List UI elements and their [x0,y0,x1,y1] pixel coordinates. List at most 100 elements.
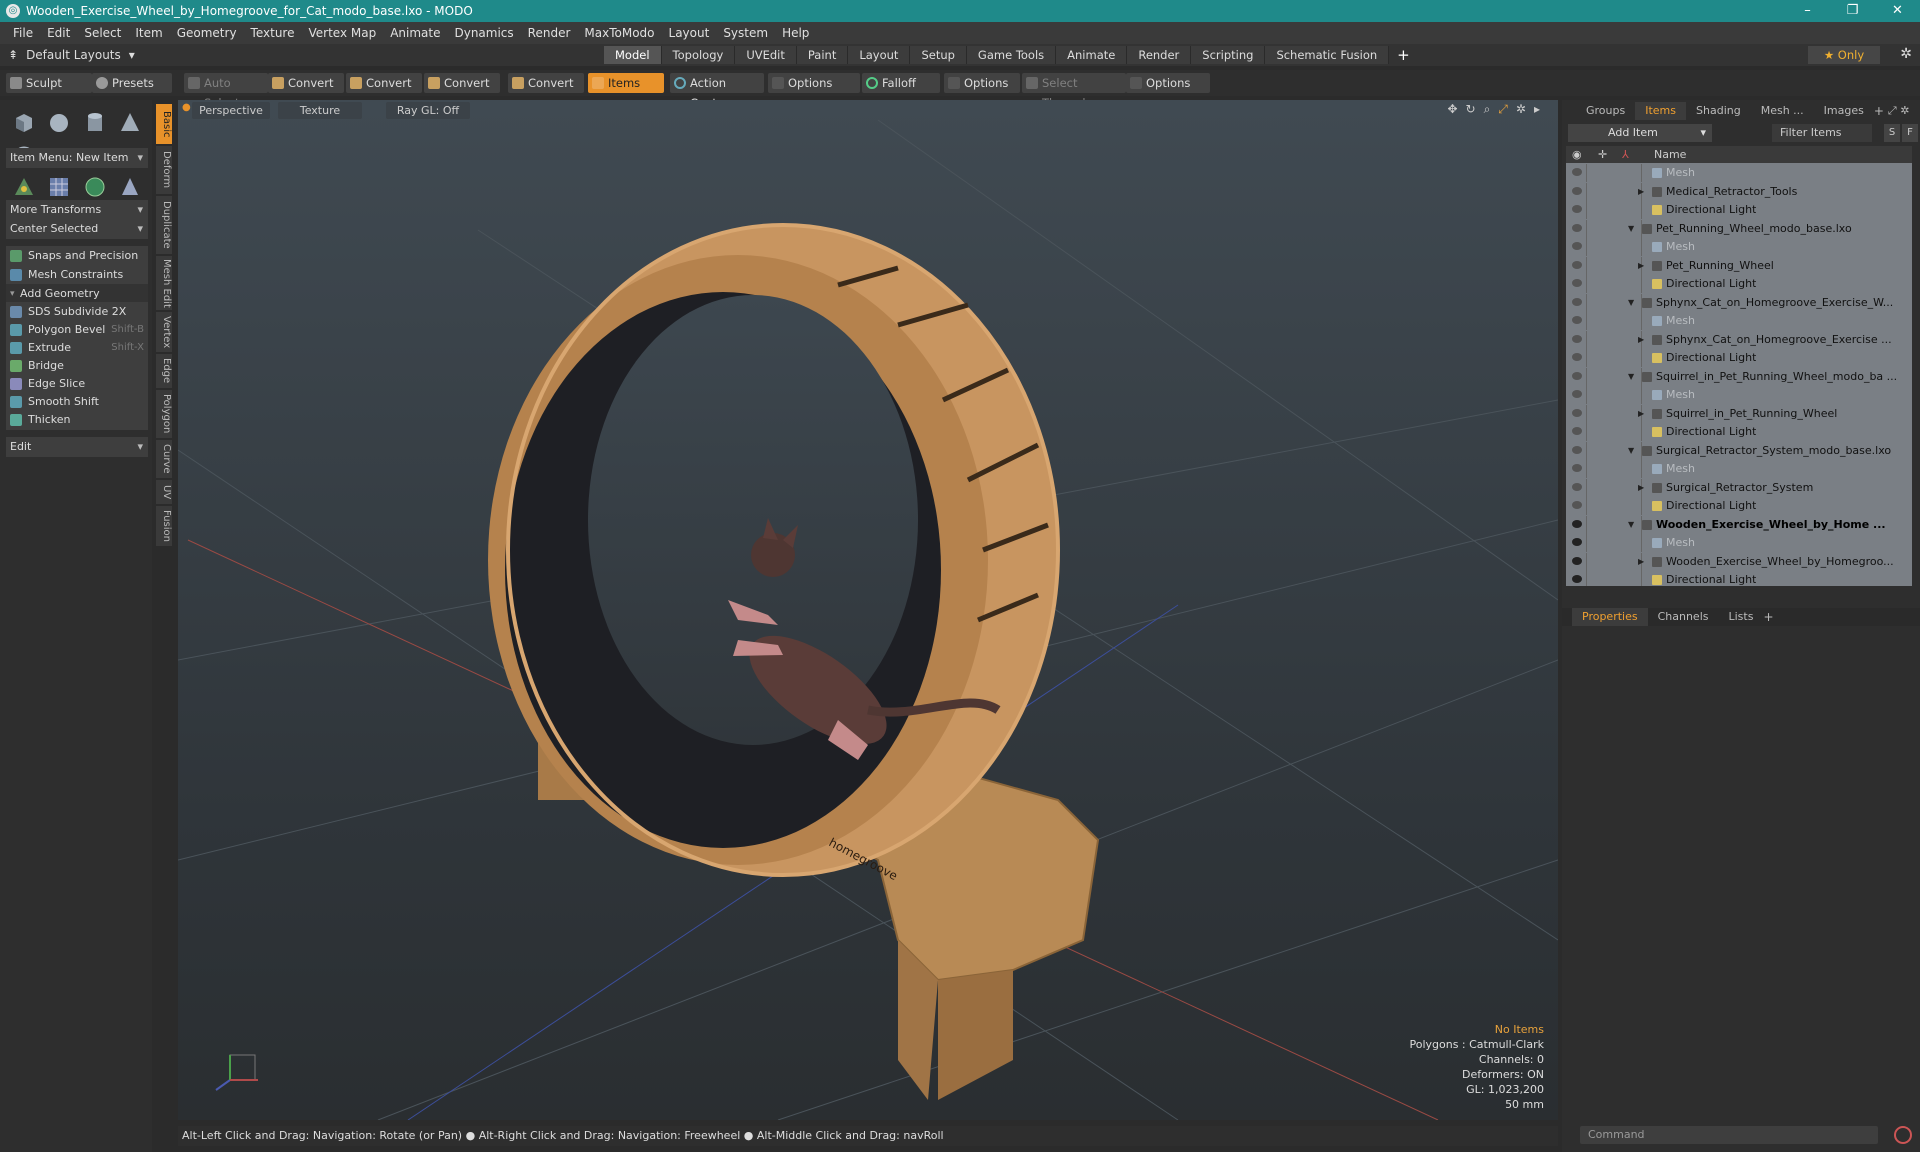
expand-arrow-icon[interactable]: ▼ [1628,516,1634,534]
sculpt-button[interactable]: Sculpt [6,73,92,93]
tree-row[interactable]: Directional Light [1566,423,1912,441]
tab-vertex[interactable]: Vertex [156,312,172,352]
tree-row[interactable]: ▼ Squirrel_in_Pet_Running_Wheel_modo_ba .… [1566,367,1912,386]
tab-duplicate[interactable]: Duplicate [156,196,172,254]
tree-row[interactable]: ▶ Pet_Running_Wheel [1566,256,1912,275]
tab-scripting[interactable]: Scripting [1191,46,1266,64]
tab-mesh[interactable]: Mesh ... [1751,102,1814,120]
globe-icon[interactable] [83,175,107,199]
visibility-eye-icon[interactable] [1572,168,1582,176]
bridge-button[interactable]: Bridge [6,356,148,376]
cone-icon[interactable] [118,111,142,135]
visibility-eye-icon[interactable] [1572,427,1582,435]
name-column-header[interactable]: Name [1654,146,1686,163]
menu-select[interactable]: Select [77,26,128,40]
tree-row[interactable]: ▼ Surgical_Retractor_System_modo_base.lxo [1566,441,1912,460]
collapse-arrow-icon[interactable]: ▶ [1638,479,1644,497]
add-tab-icon[interactable]: + [1397,46,1410,64]
menu-render[interactable]: Render [521,26,578,40]
grid-icon[interactable] [47,175,71,199]
expand-arrow-icon[interactable]: ▼ [1628,442,1634,460]
maximize-button[interactable]: ❐ [1830,0,1875,22]
select-through-button[interactable]: Select Through [1022,73,1126,110]
expand-arrow-icon[interactable]: ▼ [1628,294,1634,312]
gear-icon[interactable]: ✲ [1900,46,1912,62]
f-filter-button[interactable]: F [1902,124,1918,142]
tab-properties[interactable]: Properties [1572,608,1648,626]
mesh-constraints-button[interactable]: Mesh Constraints [6,265,148,285]
minimize-button[interactable]: – [1785,0,1830,22]
options-button-3[interactable]: Options [1126,73,1210,93]
action-center-button[interactable]: Action Center [670,73,764,110]
expand-arrow-icon[interactable]: ▼ [1628,368,1634,386]
lock-column-icon[interactable]: ✛ [1598,146,1607,163]
presets-button[interactable]: Presets F6 [92,73,172,110]
visibility-eye-icon[interactable] [1572,297,1582,306]
tab-curve[interactable]: Curve [156,440,172,478]
tree-row[interactable]: ▼ Sphynx_Cat_on_Homegroove_Exercise_W... [1566,293,1912,312]
3d-viewport[interactable]: ● Perspective Texture Ray GL: Off ✥ ↻ ⌕ … [178,100,1558,1120]
center-selected-dropdown[interactable]: Center Selected [6,219,148,239]
only-button[interactable]: ★ Only [1808,46,1880,64]
tab-deform[interactable]: Deform [156,146,172,194]
visibility-eye-icon[interactable] [1572,408,1582,417]
render-column-icon[interactable]: ⅄ [1622,146,1629,163]
tab-channels[interactable]: Channels [1648,608,1719,626]
extrude-button[interactable]: Extrude Shift-X [6,338,148,358]
tab-shading[interactable]: Shading [1686,102,1751,120]
tree-row[interactable]: ▼ Wooden_Exercise_Wheel_by_Home ... [1566,515,1912,534]
tab-paint[interactable]: Paint [796,46,849,64]
tree-row[interactable]: Mesh [1566,164,1912,182]
tree-row[interactable]: Mesh [1566,238,1912,256]
visibility-eye-icon[interactable] [1572,501,1582,509]
more-transforms-dropdown[interactable]: More Transforms [6,200,148,220]
item-menu-dropdown[interactable]: Item Menu: New Item [6,148,148,168]
transform-gizmo-icon[interactable] [12,175,36,199]
tree-row[interactable]: Directional Light [1566,201,1912,219]
cylinder-icon[interactable] [83,111,107,135]
tab-render[interactable]: Render [1127,46,1192,64]
visibility-eye-icon[interactable] [1572,482,1582,491]
visibility-eye-icon[interactable] [1572,390,1582,398]
menu-animate[interactable]: Animate [383,26,447,40]
eye-icon[interactable]: ◉ [1572,146,1582,163]
visibility-eye-icon[interactable] [1572,334,1582,343]
visibility-eye-icon[interactable] [1572,205,1582,213]
sphere-icon[interactable] [47,111,71,135]
menu-system[interactable]: System [716,26,775,40]
tree-row[interactable]: ▶ Squirrel_in_Pet_Running_Wheel [1566,404,1912,423]
menu-help[interactable]: Help [775,26,816,40]
tree-row[interactable]: ▶ Wooden_Exercise_Wheel_by_Homegroo... [1566,552,1912,571]
visibility-eye-icon[interactable] [1572,186,1582,195]
tree-row[interactable]: Directional Light [1566,349,1912,367]
tab-game-tools[interactable]: Game Tools [966,46,1057,64]
panel-settings-icon[interactable]: ⤢ ✲ [1888,104,1910,118]
tree-row[interactable]: ▶ Surgical_Retractor_System [1566,478,1912,497]
visibility-eye-icon[interactable] [1572,538,1582,546]
tree-row[interactable]: Mesh [1566,386,1912,404]
add-tab-icon[interactable]: + [1763,610,1773,624]
convert-edges-button[interactable]: Convert [346,73,422,93]
visibility-eye-icon[interactable] [1572,519,1582,528]
edge-slice-button[interactable]: Edge Slice [6,374,148,394]
visibility-eye-icon[interactable] [1572,353,1582,361]
collapse-arrow-icon[interactable]: ▶ [1638,183,1644,201]
tab-layout[interactable]: Layout [848,46,911,64]
filter-items-input[interactable]: Filter Items [1772,124,1872,142]
menu-maxtomodo[interactable]: MaxToModo [577,26,661,40]
tab-fusion[interactable]: Fusion [156,506,172,546]
tree-row[interactable]: ▶ Sphynx_Cat_on_Homegroove_Exercise ... [1566,330,1912,349]
default-layouts-dropdown[interactable]: ⇞ Default Layouts ▾ [8,48,135,62]
tab-animate[interactable]: Animate [1056,46,1128,64]
tree-row[interactable]: Directional Light [1566,571,1912,586]
items-mode-button[interactable]: Items [588,73,664,93]
visibility-eye-icon[interactable] [1572,279,1582,287]
tree-row[interactable]: Mesh [1566,460,1912,478]
convert-polygons-button[interactable]: Convert [424,73,500,93]
tree-row[interactable]: ▶ Medical_Retractor_Tools [1566,182,1912,201]
tab-model[interactable]: Model [604,46,662,64]
wooden-wheel-model[interactable]: homegroove [488,223,1100,1100]
sds-subdivide-button[interactable]: SDS Subdivide 2X [6,302,148,322]
convert-materials-button[interactable]: Convert [508,73,584,93]
tab-polygon[interactable]: Polygon [156,390,172,438]
